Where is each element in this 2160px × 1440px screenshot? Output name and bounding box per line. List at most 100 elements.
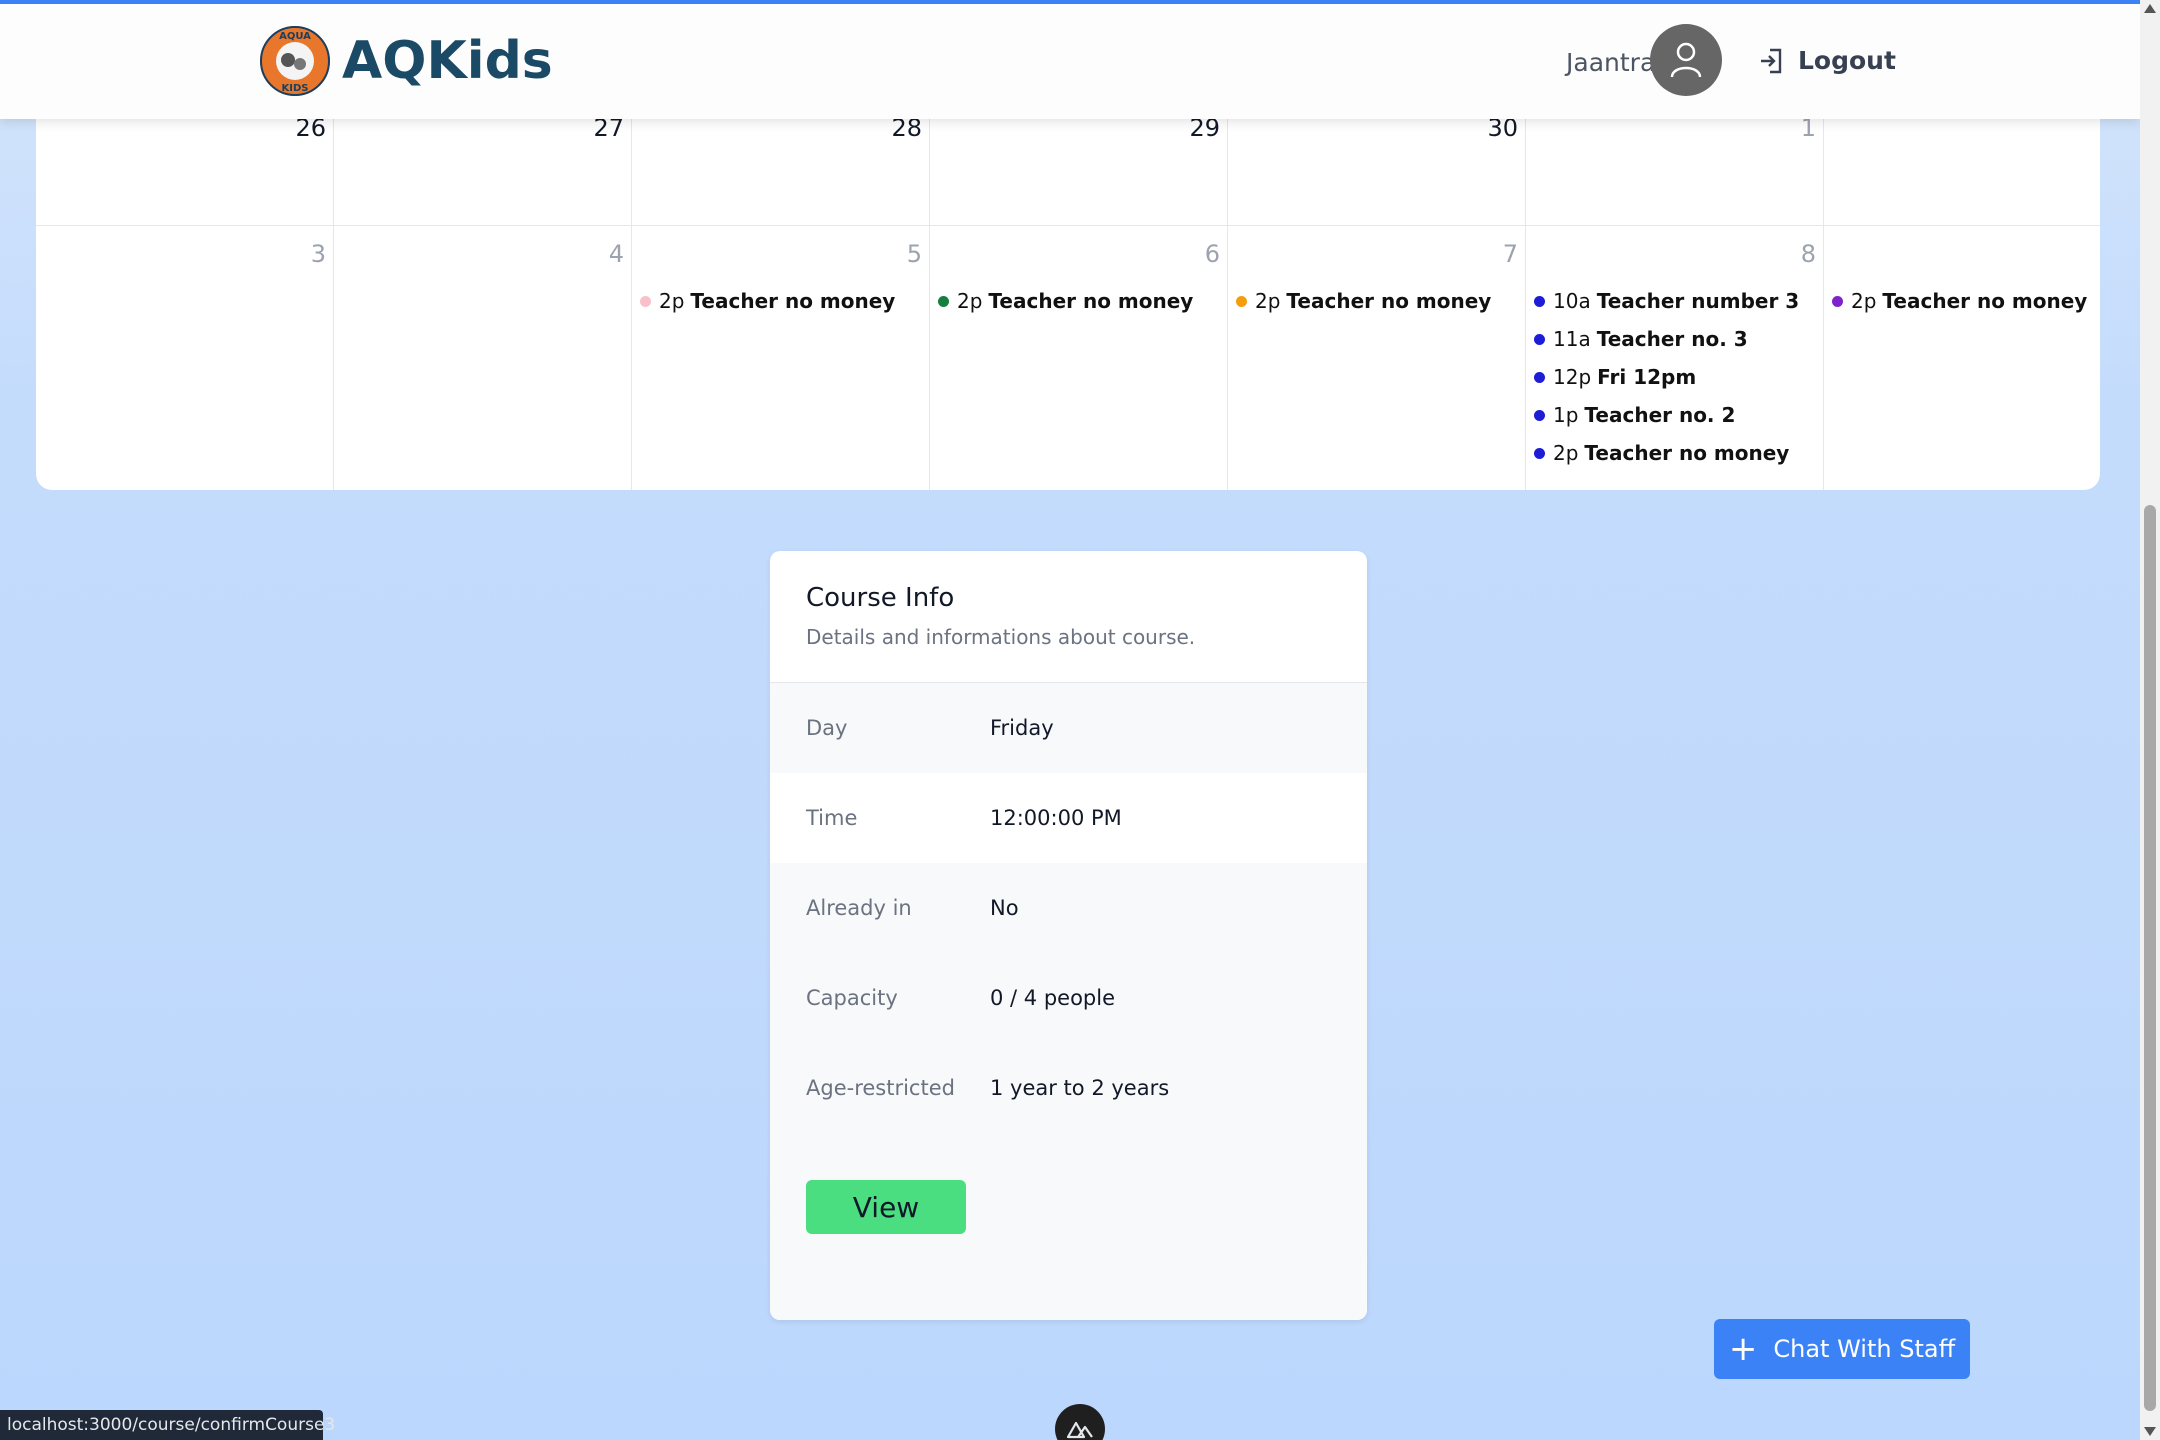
scroll-up-arrow-icon[interactable] xyxy=(2144,4,2156,13)
event-time: 11a xyxy=(1553,327,1591,351)
event-time: 12p xyxy=(1553,365,1592,389)
event-time: 2p xyxy=(1851,289,1877,313)
event-dot-icon xyxy=(1236,295,1247,307)
info-value: 0 / 4 people xyxy=(990,986,1116,1010)
calendar-day-cell[interactable]: 7 2p Teacher no money xyxy=(1228,226,1526,490)
event-title: Fri 12pm xyxy=(1597,365,1697,389)
logout-label: Logout xyxy=(1798,46,1896,75)
card-header: Course Info Details and informations abo… xyxy=(770,551,1367,683)
card-subtitle: Details and informations about course. xyxy=(806,625,1196,649)
calendar-event[interactable]: 12p Fri 12pm xyxy=(1534,358,1799,396)
info-label: Capacity xyxy=(806,986,898,1010)
info-value: 1 year to 2 years xyxy=(990,1076,1170,1100)
event-time: 2p xyxy=(1255,289,1281,313)
event-title: Teacher no money xyxy=(1584,441,1790,465)
calendar-event[interactable]: 2p Teacher no money xyxy=(1236,282,1491,320)
calendar-event[interactable]: 2p Teacher no money xyxy=(1832,282,2087,320)
calendar-event[interactable]: 2p Teacher no money xyxy=(1534,434,1799,472)
event-title: Teacher no. 3 xyxy=(1596,327,1748,351)
info-row-day: Day Friday xyxy=(770,683,1367,773)
scrollbar-thumb[interactable] xyxy=(2144,505,2156,1411)
info-value: 12:00:00 PM xyxy=(990,806,1122,830)
calendar-day-cell[interactable]: 5 2p Teacher no money xyxy=(632,226,930,490)
event-title: Teacher no money xyxy=(1882,289,2088,313)
scroll-down-arrow-icon[interactable] xyxy=(2144,1427,2156,1436)
info-row-time: Time 12:00:00 PM xyxy=(770,773,1367,863)
info-row-capacity: Capacity 0 / 4 people xyxy=(770,953,1367,1043)
calendar-day-cell[interactable]: 2p Teacher no money xyxy=(1824,226,2100,490)
event-dot-icon xyxy=(1534,333,1545,345)
day-events: 2p Teacher no money xyxy=(1236,282,1491,320)
event-title: Teacher no money xyxy=(988,289,1194,313)
info-label: Age-restricted xyxy=(806,1076,955,1100)
aquakids-logo-icon: AQUA KIDS xyxy=(260,26,330,96)
link-status-bar: localhost:3000/course/confirmCourse3 xyxy=(0,1410,335,1440)
nuxt-icon xyxy=(1066,1421,1093,1439)
day-number: 7 xyxy=(1502,240,1518,268)
calendar-day-cell[interactable]: 6 2p Teacher no money xyxy=(930,226,1228,490)
event-time: 2p xyxy=(957,289,983,313)
event-dot-icon xyxy=(1534,447,1545,459)
day-number: 6 xyxy=(1204,240,1220,268)
event-dot-icon xyxy=(1534,295,1545,307)
day-number: 3 xyxy=(310,240,326,268)
info-label: Time xyxy=(806,806,858,830)
user-name: Jaantra xyxy=(1566,48,1656,77)
info-row-age-restricted: Age-restricted 1 year to 2 years xyxy=(770,1043,1367,1133)
user-icon xyxy=(1670,42,1702,78)
event-dot-icon xyxy=(1534,371,1545,383)
user-avatar[interactable] xyxy=(1650,24,1722,96)
event-dot-icon xyxy=(1832,295,1843,307)
info-value: Friday xyxy=(990,716,1054,740)
chat-with-staff-button[interactable]: + Chat With Staff xyxy=(1714,1319,1970,1379)
event-title: Teacher no money xyxy=(1286,289,1492,313)
event-title: Teacher no money xyxy=(690,289,896,313)
calendar-event[interactable]: 2p Teacher no money xyxy=(640,282,895,320)
event-time: 1p xyxy=(1553,403,1579,427)
svg-text:KIDS: KIDS xyxy=(282,83,309,94)
calendar-week-row: 3 4 5 2p Teacher no money 6 2p Teacher no money… xyxy=(36,225,2100,490)
view-button[interactable]: View xyxy=(806,1180,966,1234)
day-number: 5 xyxy=(906,240,922,268)
logout-button[interactable]: Logout xyxy=(1758,46,1896,75)
info-label: Day xyxy=(806,716,848,740)
info-value: No xyxy=(990,896,1019,920)
event-dot-icon xyxy=(938,295,949,307)
calendar-day-cell[interactable]: 3 xyxy=(36,226,334,490)
calendar-month-grid: 26 27 28 29 30 1 3 4 5 2p Teacher no money 6 2… xyxy=(36,100,2100,490)
top-navbar: AQUA KIDS AQKids Jaantra Logout xyxy=(0,4,2140,119)
svg-text:AQUA: AQUA xyxy=(279,31,311,42)
calendar-day-cell[interactable]: 8 10a Teacher number 3 11a Teacher no. 3 12p F… xyxy=(1526,226,1824,490)
calendar-day-cell[interactable]: 4 xyxy=(334,226,632,490)
day-events: 2p Teacher no money xyxy=(938,282,1193,320)
card-title: Course Info xyxy=(806,583,955,613)
event-dot-icon xyxy=(1534,409,1545,421)
event-title: Teacher no. 2 xyxy=(1584,403,1736,427)
event-time: 2p xyxy=(659,289,685,313)
event-time: 10a xyxy=(1553,289,1591,313)
nuxt-devtools-button[interactable] xyxy=(1055,1404,1105,1440)
card-footer: View xyxy=(770,1133,1367,1320)
info-label: Already in xyxy=(806,896,912,920)
plus-icon: + xyxy=(1728,1329,1758,1369)
event-time: 2p xyxy=(1553,441,1579,465)
calendar-event[interactable]: 2p Teacher no money xyxy=(938,282,1193,320)
chat-button-label: Chat With Staff xyxy=(1773,1335,1956,1363)
calendar-event[interactable]: 1p Teacher no. 2 xyxy=(1534,396,1799,434)
course-info-card: Course Info Details and informations abo… xyxy=(770,551,1367,1320)
calendar-event[interactable]: 10a Teacher number 3 xyxy=(1534,282,1799,320)
calendar-event[interactable]: 11a Teacher no. 3 xyxy=(1534,320,1799,358)
event-dot-icon xyxy=(640,295,651,307)
top-accent-line xyxy=(0,0,2140,4)
event-title: Teacher number 3 xyxy=(1596,289,1800,313)
day-number: 8 xyxy=(1800,240,1816,268)
brand-logo[interactable]: AQUA KIDS AQKids xyxy=(258,24,553,98)
info-row-already-in: Already in No xyxy=(770,863,1367,953)
day-events: 2p Teacher no money xyxy=(640,282,895,320)
brand-name: AQKids xyxy=(342,31,553,91)
day-number: 4 xyxy=(608,240,624,268)
page-scrollbar[interactable] xyxy=(2140,0,2160,1440)
day-events: 2p Teacher no money xyxy=(1832,282,2087,320)
logout-icon xyxy=(1761,48,1782,73)
day-events: 10a Teacher number 3 11a Teacher no. 3 12p Fr… xyxy=(1534,282,1799,472)
